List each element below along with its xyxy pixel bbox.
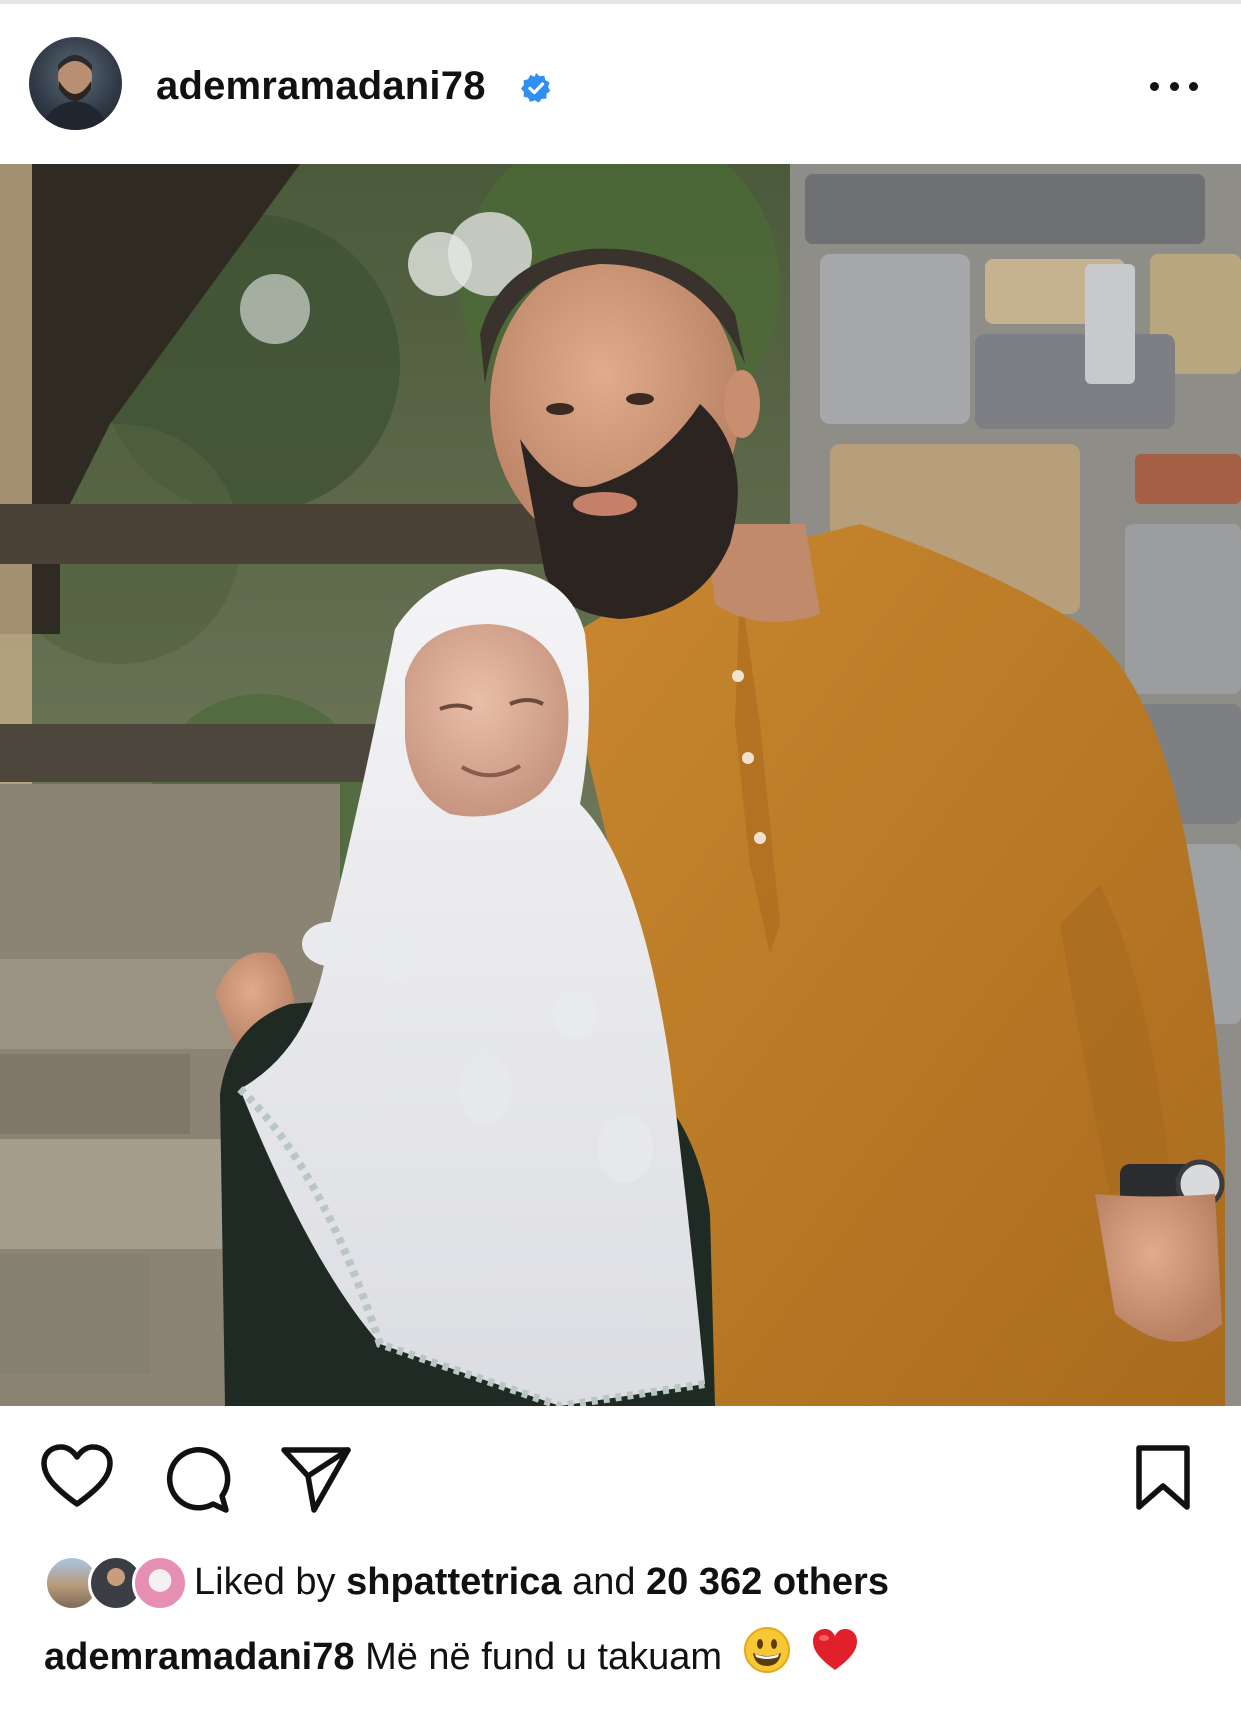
share-icon[interactable] (280, 1444, 352, 1514)
likes-others-count[interactable]: 20 362 others (646, 1561, 889, 1603)
likes-joiner: and (572, 1561, 636, 1603)
caption-text: Më në fund u takuam (365, 1636, 723, 1679)
post-actions (0, 1430, 1241, 1530)
post-header: ademramadani78 (0, 20, 1241, 150)
verified-badge-icon (520, 72, 552, 104)
likes-text: Liked by shpattetrica and 20 362 others (194, 1561, 889, 1604)
more-dot (1189, 81, 1198, 91)
caption-username[interactable]: ademramadani78 (44, 1636, 355, 1678)
liker-avatar (132, 1555, 188, 1611)
grinning-face-icon (743, 1626, 791, 1684)
comment-icon[interactable] (162, 1444, 232, 1514)
post-username[interactable]: ademramadani78 (156, 64, 486, 109)
likes-prefix: Liked by (194, 1561, 336, 1603)
more-dot (1150, 81, 1159, 91)
liker-avatars (44, 1553, 188, 1611)
profile-avatar[interactable] (29, 37, 122, 130)
heart-icon[interactable] (40, 1444, 114, 1510)
bookmark-icon[interactable] (1134, 1444, 1192, 1512)
post-photo[interactable] (0, 164, 1241, 1406)
more-dot (1169, 81, 1179, 91)
post-caption: ademramadani78 Më në fund u takuam (44, 1627, 859, 1688)
top-divider (0, 0, 1241, 4)
red-heart-icon (811, 1627, 859, 1683)
liker-username[interactable]: shpattetrica (346, 1561, 561, 1603)
likes-summary[interactable]: Liked by shpattetrica and 20 362 others (44, 1553, 1194, 1611)
more-options-icon[interactable] (1150, 74, 1198, 98)
